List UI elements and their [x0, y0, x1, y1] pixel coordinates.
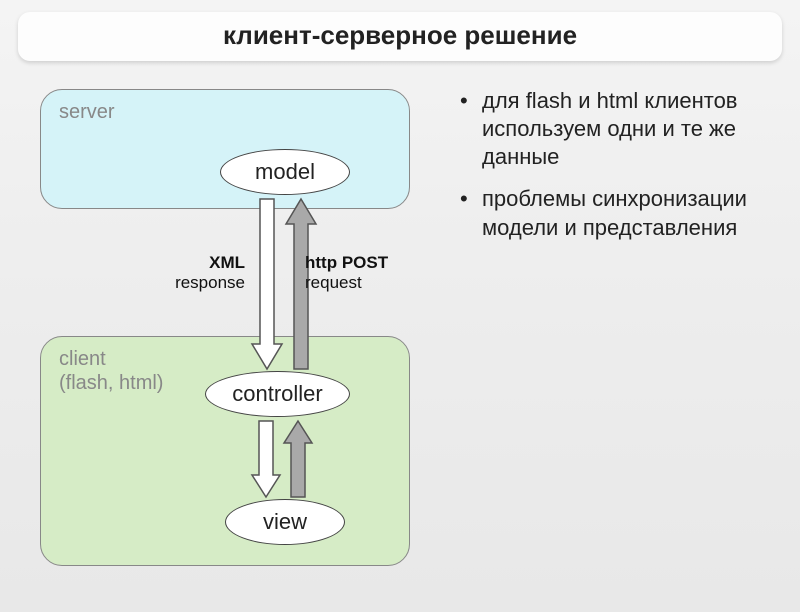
list-item: проблемы синхронизации модели и представ…: [460, 185, 760, 241]
http-post-label: http POST request: [305, 253, 425, 292]
node-model: model: [220, 149, 350, 195]
node-controller: controller: [205, 371, 350, 417]
arrow-down-icon: [252, 199, 282, 369]
arrow-up-small-icon: [284, 421, 312, 497]
title-bar: клиент-серверное решение: [18, 12, 782, 61]
xml-response-label: XML response: [145, 253, 245, 292]
http-label-sub: request: [305, 273, 425, 293]
xml-label-sub: response: [145, 273, 245, 293]
page-title: клиент-серверное решение: [18, 20, 782, 51]
list-item: для flash и html клиентов используем одн…: [460, 87, 760, 171]
architecture-diagram: server client (flash, html) model contro…: [30, 81, 430, 571]
server-box-label: server: [59, 100, 115, 124]
arrow-down-small-icon: [252, 421, 280, 497]
server-box: server: [40, 89, 410, 209]
client-box: client (flash, html): [40, 336, 410, 566]
node-view: view: [225, 499, 345, 545]
bullet-list: для flash и html клиентов используем одн…: [430, 81, 770, 571]
content-area: server client (flash, html) model contro…: [0, 61, 800, 571]
xml-label-main: XML: [209, 253, 245, 272]
http-label-main: http POST: [305, 253, 388, 272]
client-box-label: client (flash, html): [59, 347, 163, 395]
